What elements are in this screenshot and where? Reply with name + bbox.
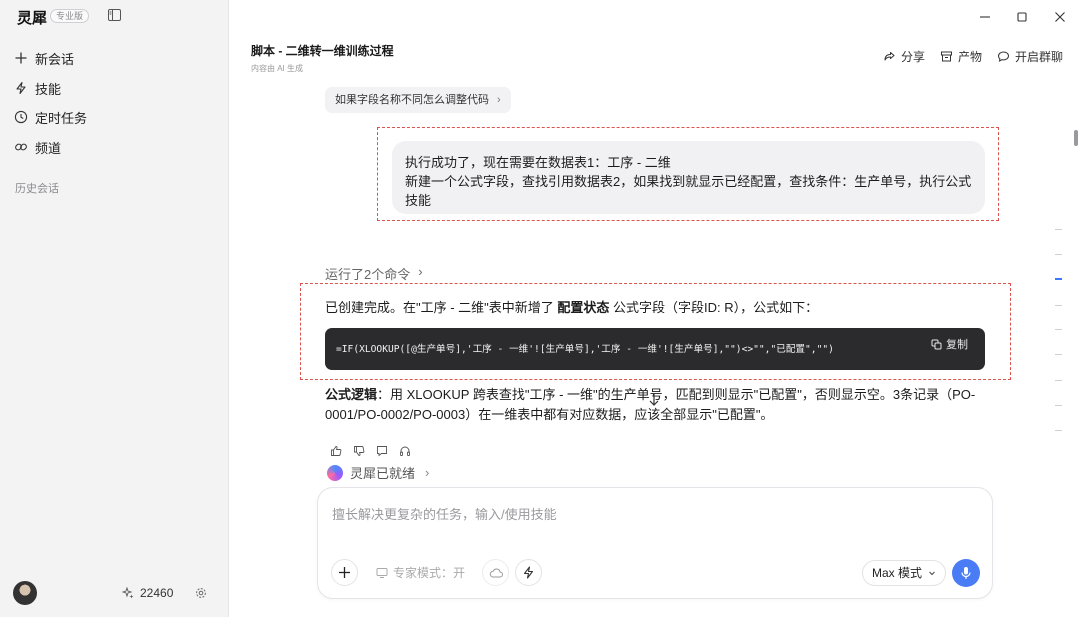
outline-marker[interactable]: [1055, 430, 1062, 432]
headphones-icon[interactable]: [399, 445, 411, 457]
bolt-icon: [16, 81, 26, 95]
bolt-icon: [523, 566, 534, 579]
copy-icon: [931, 339, 942, 349]
commands-run-label: 运行了2个命令: [325, 267, 411, 282]
credits-counter[interactable]: 22460: [122, 586, 173, 600]
scrollbar-thumb[interactable]: [1074, 130, 1078, 146]
plus-icon: [15, 52, 27, 64]
sidebar-toggle-icon[interactable]: [108, 9, 121, 21]
reply-text: 已创建完成。在"工序 - 二维"表中新增了: [325, 300, 558, 315]
chevron-right-icon: ›: [425, 465, 430, 480]
avatar[interactable]: [13, 581, 37, 605]
sidebar-item-label: 频道: [35, 140, 62, 156]
sidebar-item-new-chat[interactable]: 新会话: [14, 47, 74, 69]
skills-button[interactable]: [515, 559, 542, 586]
cloud-button[interactable]: [482, 559, 509, 586]
message-input[interactable]: 擅长解决更复杂的任务，输入/使用技能: [332, 504, 557, 523]
assistant-reply: 已创建完成。在"工序 - 二维"表中新增了 配置状态 公式字段（字段ID: R）…: [325, 297, 818, 316]
copy-label: 复制: [946, 339, 968, 351]
outline-marker[interactable]: [1055, 305, 1062, 307]
chevron-down-icon: [929, 571, 935, 576]
agent-logo-icon: [327, 464, 343, 481]
chat-bubble-icon: [997, 51, 1010, 62]
share-label: 分享: [901, 50, 926, 64]
thumbs-up-icon[interactable]: [330, 445, 342, 457]
expert-mode-label: 专家模式：开: [393, 566, 466, 580]
user-message-line: 新建一个公式字段，查找引用数据表2，如果找到就显示已经配置，查找条件：生产单号，…: [405, 174, 972, 208]
app-window: 灵犀 专业版 新会话 技能 定时任务 频道 历史会话 22460 脚本 - 二维…: [0, 0, 1080, 617]
outline-marker[interactable]: [1055, 354, 1062, 356]
commands-run-toggle[interactable]: 运行了2个命令 ›: [325, 264, 423, 283]
link-icon: [15, 143, 27, 151]
outline-marker[interactable]: [1055, 254, 1062, 256]
message-actions: [330, 445, 411, 457]
logic-heading: 公式逻辑: [325, 387, 378, 402]
outline-marker[interactable]: [1055, 229, 1062, 231]
monitor-icon: [376, 567, 388, 578]
sidebar-item-scheduled-tasks[interactable]: 定时任务: [14, 106, 87, 128]
maximize-icon[interactable]: [1015, 10, 1029, 24]
comment-icon[interactable]: [376, 445, 388, 457]
user-message: 执行成功了，现在需要在数据表1：工序 - 二维 新建一个公式字段，查找引用数据表…: [392, 141, 985, 214]
sparkle-icon: [122, 587, 134, 599]
app-brand: 灵犀: [17, 10, 48, 27]
sidebar-item-label: 新会话: [35, 51, 75, 67]
code-block: =IF(XLOOKUP([@生产单号],'工序 - 一维'![生产单号],'工序…: [325, 328, 985, 370]
composer: 擅长解决更复杂的任务，输入/使用技能 专家模式：开 Max 模式: [317, 487, 993, 599]
suggestion-chip[interactable]: 如果字段名称不同怎么调整代码 ›: [325, 87, 511, 113]
sidebar: 灵犀 专业版 新会话 技能 定时任务 频道 历史会话 22460: [0, 0, 229, 617]
history-heading: 历史会话: [15, 183, 59, 195]
artifacts-button[interactable]: 产物: [940, 48, 982, 65]
chat-title: 脚本 - 二维转一维训练过程: [251, 44, 394, 58]
outline-marker[interactable]: [1055, 405, 1062, 407]
outline-marker-active[interactable]: [1055, 278, 1062, 280]
gear-icon[interactable]: [195, 587, 207, 599]
outline-marker[interactable]: [1055, 329, 1062, 331]
thumbs-down-icon[interactable]: [353, 445, 365, 457]
model-label: Max 模式: [872, 566, 923, 580]
code-text[interactable]: =IF(XLOOKUP([@生产单号],'工序 - 一维'![生产单号],'工序…: [336, 341, 834, 355]
sidebar-item-skills[interactable]: 技能: [14, 77, 61, 99]
copy-button[interactable]: 复制: [931, 336, 968, 352]
microphone-icon: [961, 567, 971, 579]
close-icon[interactable]: [1053, 10, 1067, 24]
scroll-down-icon[interactable]: [647, 392, 661, 408]
status-text: 灵犀已就绪: [350, 466, 416, 481]
expert-mode-toggle[interactable]: 专家模式：开: [376, 564, 465, 581]
group-chat-button[interactable]: 开启群聊: [997, 48, 1063, 65]
agent-status[interactable]: 灵犀已就绪 ›: [327, 463, 429, 482]
sidebar-item-channels[interactable]: 频道: [14, 136, 61, 158]
group-chat-label: 开启群聊: [1015, 50, 1064, 64]
field-name: 配置状态: [557, 300, 610, 315]
attach-button[interactable]: [331, 559, 358, 586]
sidebar-item-label: 技能: [35, 81, 62, 97]
sidebar-item-label: 定时任务: [35, 110, 88, 126]
voice-input-button[interactable]: [952, 559, 980, 587]
plan-badge: 专业版: [50, 9, 90, 23]
suggestion-text: 如果字段名称不同怎么调整代码: [335, 94, 489, 106]
cloud-icon: [489, 568, 503, 577]
share-icon: [884, 52, 895, 61]
outline-marker[interactable]: [1055, 380, 1062, 382]
share-button[interactable]: 分享: [883, 48, 925, 65]
minimize-icon[interactable]: [978, 10, 992, 24]
reply-text: 公式字段（字段ID: R），公式如下：: [609, 300, 819, 315]
user-message-line: 执行成功了，现在需要在数据表1：工序 - 二维: [405, 155, 671, 170]
chevron-right-icon: ›: [497, 94, 501, 106]
plus-icon: [339, 567, 350, 578]
clock-icon: [14, 110, 28, 124]
chevron-right-icon: ›: [418, 264, 423, 279]
archive-icon: [941, 51, 952, 62]
credits-value: 22460: [140, 586, 174, 600]
model-select[interactable]: Max 模式: [862, 560, 947, 586]
artifacts-label: 产物: [958, 50, 983, 64]
ai-disclaimer: 内容由 AI 生成: [251, 64, 304, 73]
